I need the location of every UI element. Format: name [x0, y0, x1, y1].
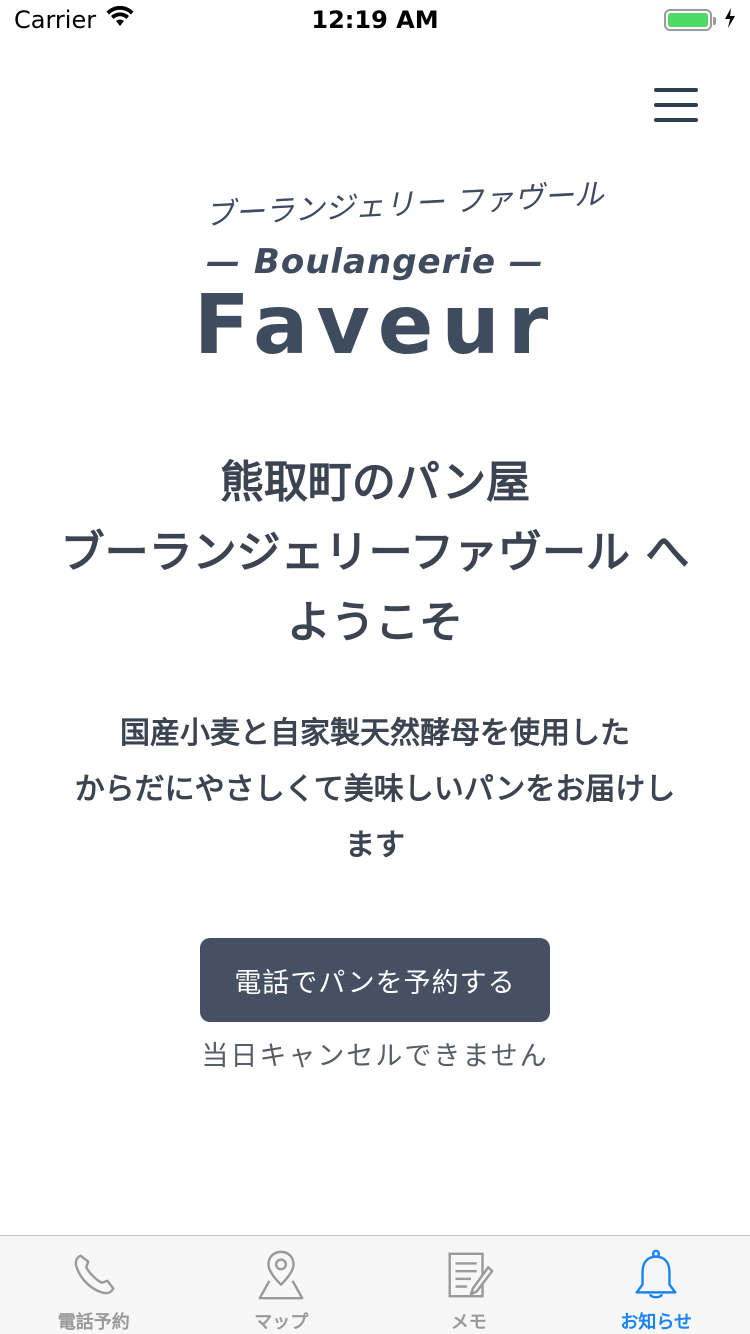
- description-line: 国産小麦と自家製天然酵母を使用した: [120, 716, 630, 751]
- logo-kana: ブーランジェリー ファヴール: [203, 177, 605, 233]
- headline-line: 熊取町のパン屋: [219, 457, 531, 508]
- menu-icon[interactable]: [654, 88, 698, 122]
- description-line: ます: [345, 828, 405, 863]
- reserve-by-phone-button[interactable]: 電話でパンを予約する: [200, 938, 550, 1022]
- cancellation-note: 当日キャンセルできません: [201, 1041, 549, 1072]
- map-pin-icon: [258, 1250, 304, 1300]
- wifi-icon: [106, 5, 134, 34]
- shop-description: 国産小麦と自家製天然酵母を使用した からだにやさしくて美味しいパンをお届けし ま…: [30, 706, 720, 874]
- tab-news[interactable]: お知らせ: [563, 1236, 750, 1334]
- tab-phone-reservation[interactable]: 電話予約: [0, 1236, 188, 1334]
- headline-line: ようこそ: [287, 597, 463, 648]
- charging-icon: [724, 8, 736, 32]
- bell-icon: [635, 1249, 677, 1299]
- battery-icon: [664, 9, 716, 31]
- carrier-label: Carrier: [14, 6, 97, 34]
- memo-icon: [448, 1252, 494, 1298]
- logo-subtitle: — Boulangerie —: [206, 242, 544, 282]
- brand-logo: ブーランジェリー ファヴール — Boulangerie — Faveur: [0, 177, 750, 380]
- tab-memo[interactable]: メモ: [375, 1236, 563, 1334]
- logo-name: Faveur: [193, 278, 557, 373]
- welcome-headline: 熊取町のパン屋 ブーランジェリーファヴール へ ようこそ: [30, 448, 720, 658]
- tab-bar: 電話予約 マップ メモ お知らせ: [0, 1235, 750, 1334]
- tab-label: 電話予約: [57, 1312, 130, 1333]
- headline-line: ブーランジェリーファヴール へ: [60, 527, 690, 578]
- tab-label: メモ: [450, 1312, 487, 1333]
- description-line: からだにやさしくて美味しいパンをお届けし: [74, 772, 676, 807]
- status-bar: Carrier 12:19 AM: [0, 0, 750, 40]
- tab-label: お知らせ: [620, 1312, 693, 1333]
- tab-label: マップ: [254, 1312, 309, 1333]
- status-right: [664, 8, 736, 32]
- app-screen: Carrier 12:19 AM ブーランジェリー ファヴール — Boulan…: [0, 0, 750, 1334]
- tab-map[interactable]: マップ: [188, 1236, 376, 1334]
- phone-icon: [74, 1254, 115, 1295]
- status-left: Carrier: [14, 5, 134, 34]
